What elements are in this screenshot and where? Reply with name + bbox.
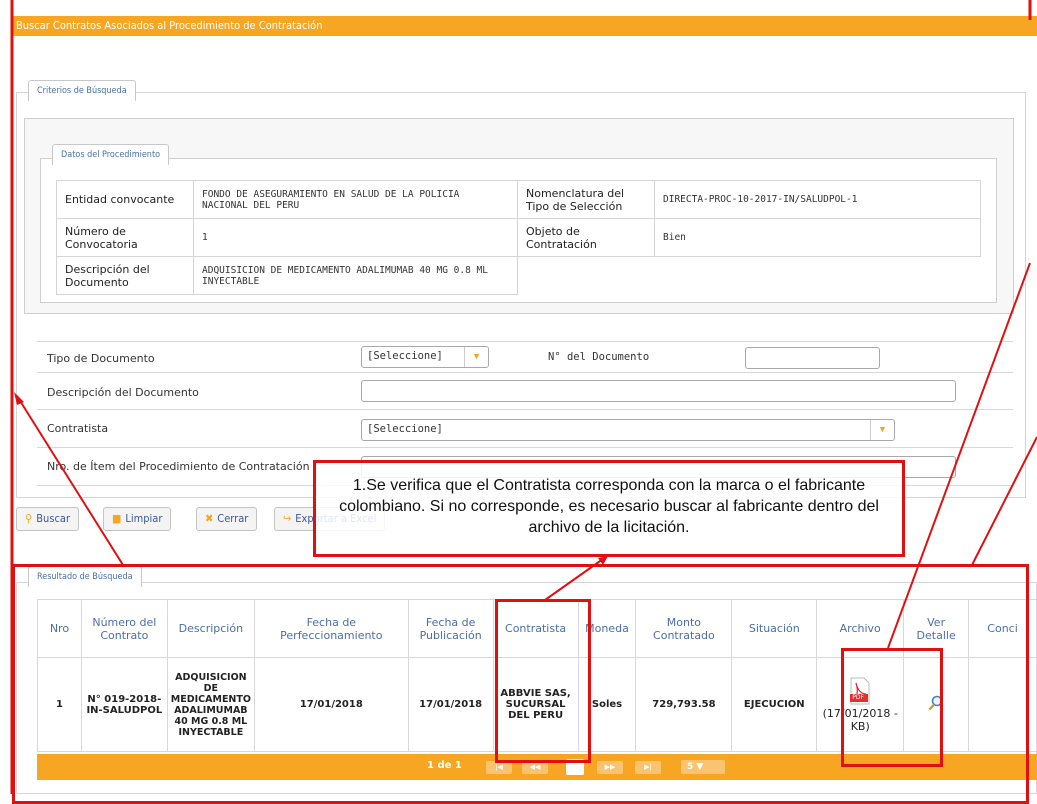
annotation-callout: 1.Se verifica que el Contratista corresp… xyxy=(313,460,905,557)
annotation-lines xyxy=(10,0,1037,794)
